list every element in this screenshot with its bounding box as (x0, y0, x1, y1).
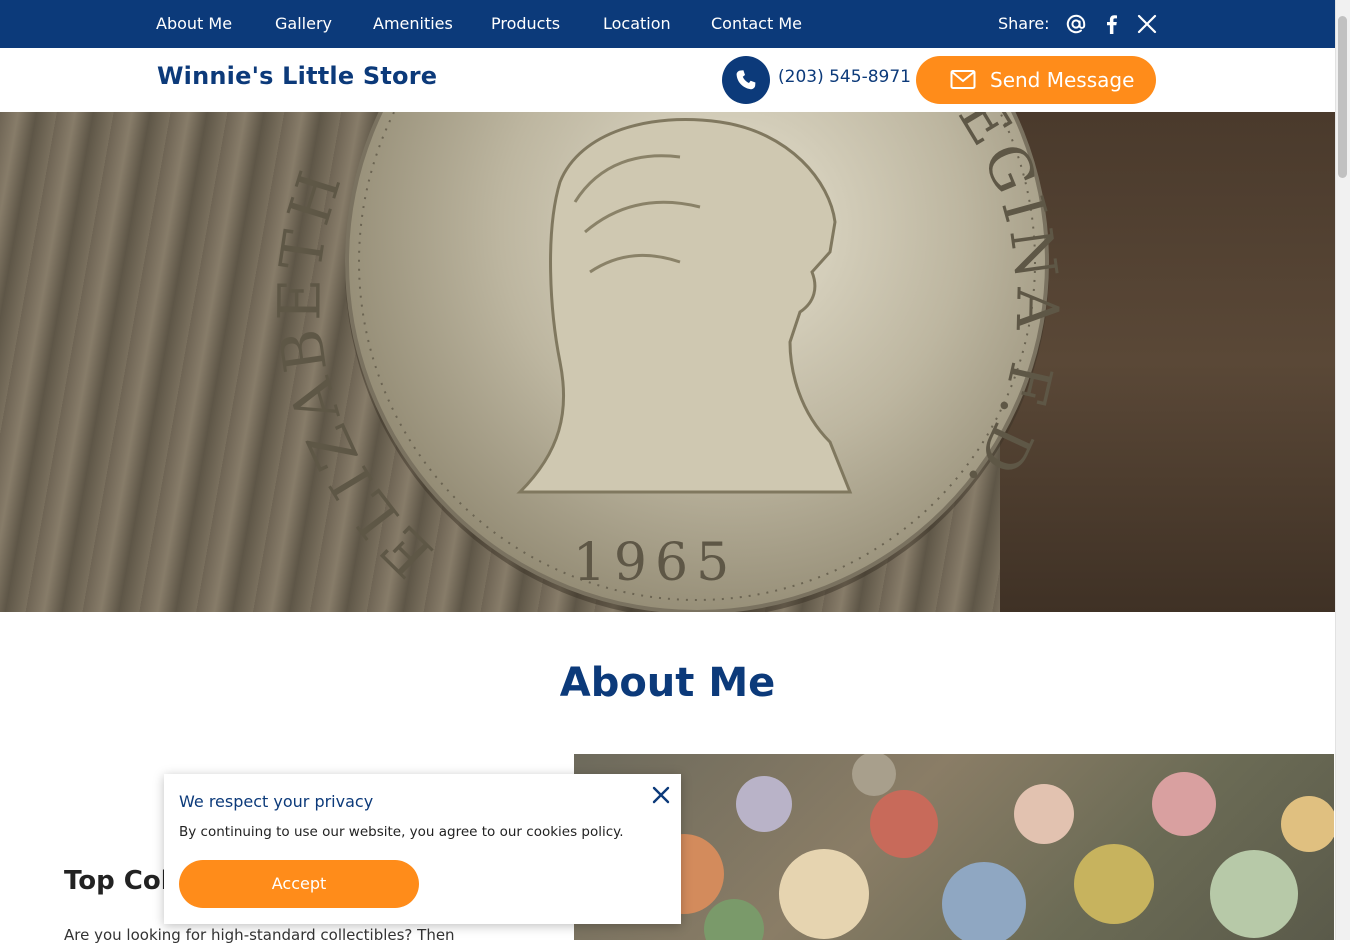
top-nav-bar: About Me Gallery Amenities Products Loca… (0, 0, 1335, 48)
send-message-button[interactable]: Send Message (916, 56, 1156, 104)
cookie-consent-dialog: We respect your privacy By continuing to… (164, 774, 681, 924)
share-label: Share: (998, 14, 1050, 33)
send-message-label: Send Message (990, 68, 1135, 92)
nav-about-me[interactable]: About Me (156, 0, 232, 48)
nav-contact-me[interactable]: Contact Me (711, 0, 802, 48)
scrollbar-thumb[interactable] (1338, 16, 1347, 178)
nav-amenities[interactable]: Amenities (373, 0, 453, 48)
section-subheading: Top Coll (64, 866, 179, 896)
cookie-text: By continuing to use our website, you ag… (179, 824, 624, 840)
coin-illustration: ELIZABETH REGINA F.D. 1965 (265, 112, 1066, 612)
site-header: Winnie's Little Store (203) 545-8971 Sen… (0, 48, 1335, 112)
about-heading: About Me (559, 660, 776, 706)
figurines-image (574, 754, 1334, 940)
hero-image: ELIZABETH REGINA F.D. 1965 (0, 112, 1335, 612)
brand-title[interactable]: Winnie's Little Store (157, 62, 437, 90)
nav-location[interactable]: Location (603, 0, 671, 48)
email-at-icon[interactable] (1065, 13, 1087, 35)
x-twitter-icon[interactable] (1136, 13, 1158, 35)
nav-gallery[interactable]: Gallery (275, 0, 332, 48)
mail-icon (950, 70, 976, 89)
facebook-icon[interactable] (1101, 13, 1123, 35)
nav-products[interactable]: Products (491, 0, 560, 48)
phone-number[interactable]: (203) 545-8971 (778, 67, 911, 87)
section-paragraph: Are you looking for high-standard collec… (64, 926, 455, 944)
coin-year: 1965 (573, 533, 737, 593)
phone-icon[interactable] (722, 56, 770, 104)
cookie-title: We respect your privacy (179, 792, 374, 811)
accept-button[interactable]: Accept (179, 860, 419, 908)
close-icon[interactable] (651, 785, 671, 805)
